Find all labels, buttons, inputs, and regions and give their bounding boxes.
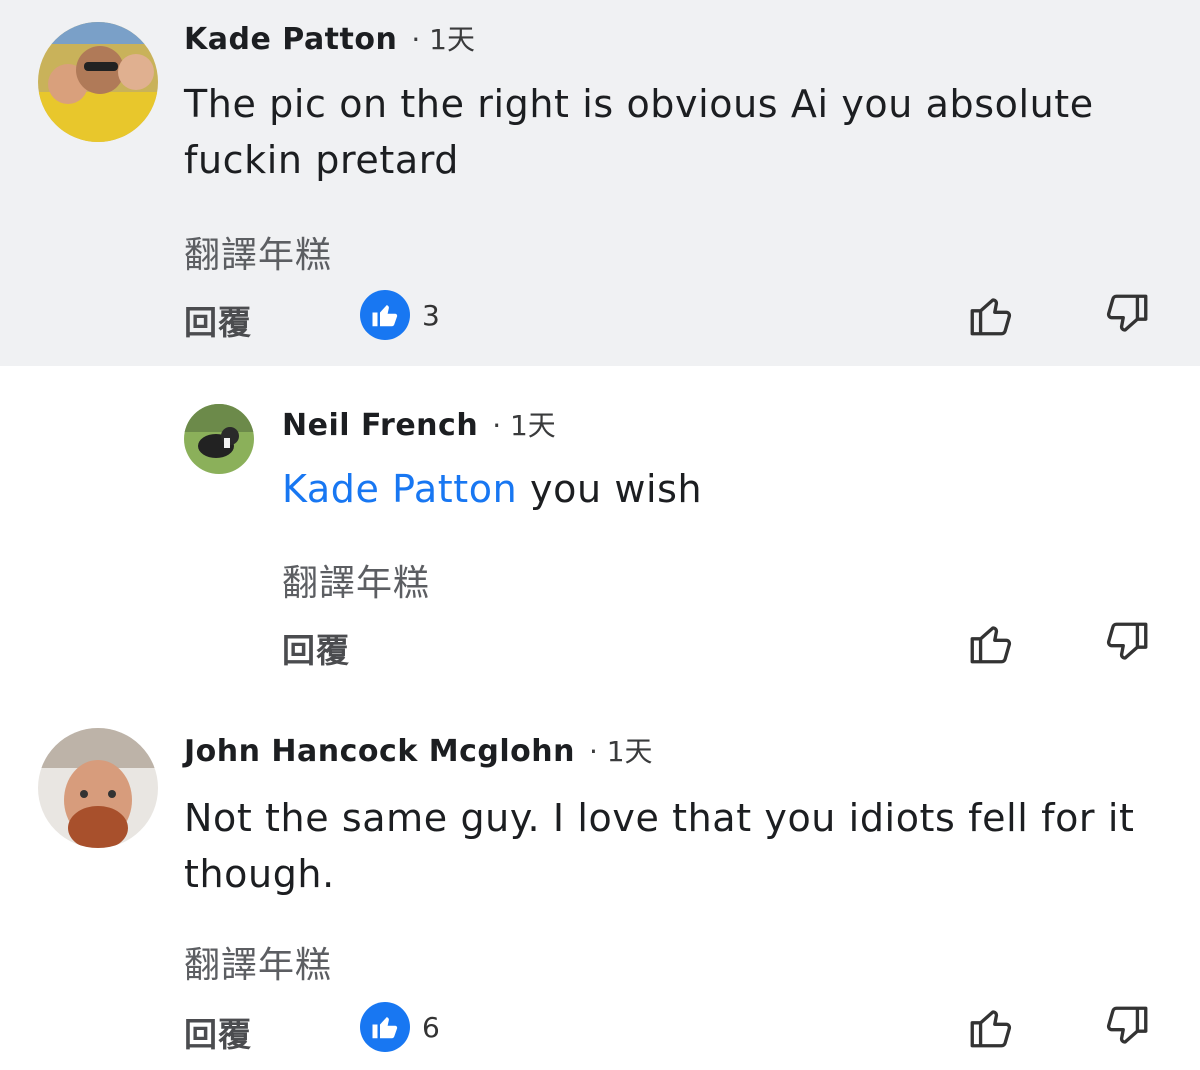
timestamp[interactable]: · 1天 [492,404,556,444]
thumbs-down-outline-icon[interactable] [1102,1002,1152,1052]
avatar[interactable] [38,22,158,142]
reply-button[interactable]: 回覆 [184,296,252,344]
comment-text: The pic on the right is obvious Ai you a… [184,82,1094,182]
timestamp[interactable]: · 1天 [411,18,475,58]
thumbs-down-outline-icon[interactable] [1102,618,1152,668]
comment-neil-french: Neil French · 1天 Kade Patton you wish 翻譯… [0,366,1200,696]
avatar[interactable] [38,728,158,848]
reaction-count: 3 [422,298,440,332]
comment-text: Not the same guy. I love that you idiots… [184,796,1135,896]
avatar-photo [38,22,158,142]
avatar-photo [38,728,158,848]
thumbs-down-outline-icon[interactable] [1102,290,1152,340]
author-name[interactable]: John Hancock Mcglohn [184,734,575,769]
reaction-count: 6 [422,1010,440,1044]
reply-button[interactable]: 回覆 [184,1008,252,1056]
translate-link[interactable]: 翻譯年糕 [184,936,332,988]
like-reaction-icon [360,290,410,340]
comment-text-body: you wish [517,467,703,511]
comment-header: John Hancock Mcglohn · 1天 [184,730,653,770]
author-name[interactable]: Neil French [282,408,478,443]
thumbs-up-outline-icon[interactable] [966,618,1016,668]
avatar-photo [184,404,254,474]
comment-header: Kade Patton · 1天 [184,18,475,58]
timestamp[interactable]: · 1天 [589,730,653,770]
thumbs-up-outline-icon[interactable] [966,290,1016,340]
reaction-summary[interactable]: 6 [360,1002,440,1052]
comment-kade-patton: Kade Patton · 1天 The pic on the right is… [0,0,1200,366]
comment-john-hancock-mcglohn: John Hancock Mcglohn · 1天 Not the same g… [0,696,1200,1070]
author-name[interactable]: Kade Patton [184,22,397,57]
comment-text: Kade Patton you wish [282,461,1142,517]
translate-link[interactable]: 翻譯年糕 [184,226,332,278]
thumbs-up-outline-icon[interactable] [966,1002,1016,1052]
mention-link[interactable]: Kade Patton [282,467,517,511]
translate-link[interactable]: 翻譯年糕 [282,554,430,606]
avatar[interactable] [184,404,254,474]
reply-button[interactable]: 回覆 [282,624,350,672]
reaction-summary[interactable]: 3 [360,290,440,340]
comment-header: Neil French · 1天 [282,404,556,444]
like-reaction-icon [360,1002,410,1052]
